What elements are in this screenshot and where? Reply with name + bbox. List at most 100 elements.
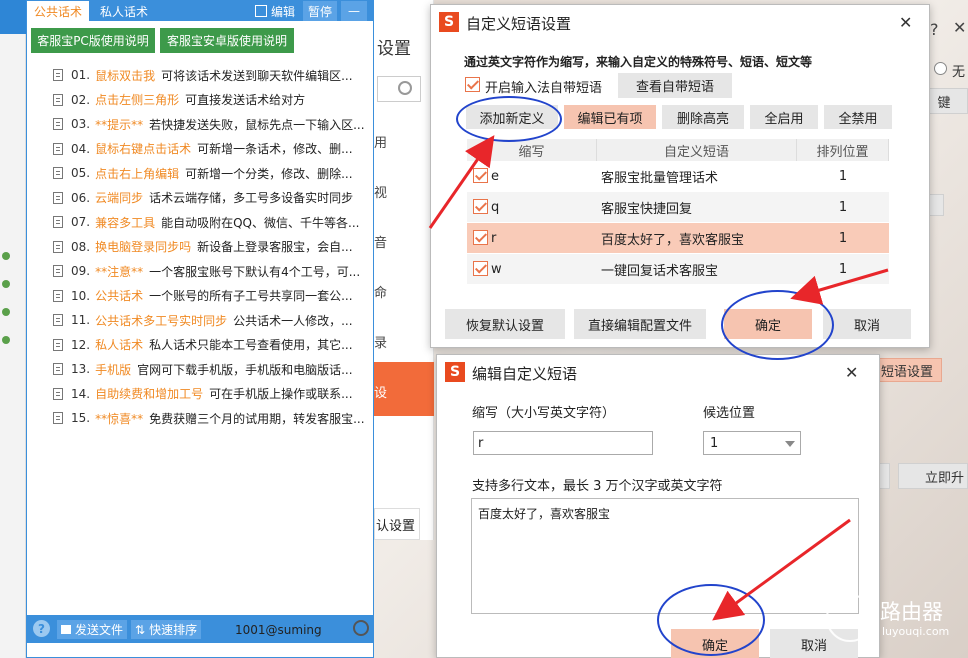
close-icon[interactable]: ✕ (953, 18, 966, 37)
phrase-item[interactable]: 09. **注意** 一个客服宝账号下默认有4个工号，可... (53, 259, 375, 284)
phrase-item[interactable]: 06. 云端同步 话术云端存储，多工号多设备实时同步 (53, 186, 375, 211)
minimize-button[interactable]: — (341, 1, 367, 21)
gear-icon[interactable] (353, 620, 369, 636)
phrase-table-header: 缩写 自定义短语 排列位置 (467, 139, 889, 161)
phrase-item[interactable]: 12. 私人话术 私人话术只能本工号查看使用，其它... (53, 333, 375, 358)
contact-avatar-icon[interactable] (2, 252, 10, 260)
phrase-title: 换电脑登录同步吗 (95, 240, 192, 255)
background-radio[interactable] (934, 62, 947, 75)
contact-avatar-icon[interactable] (2, 280, 10, 288)
background-phrase-settings-button[interactable]: 短语设置 (872, 358, 942, 382)
phrase-number: 01. (71, 68, 91, 83)
phrase-item[interactable]: 03. **提示** 若快捷发送失败，鼠标先点一下输入区... (53, 112, 375, 137)
dialog-heading: 通过英文字符作为缩写，来输入自定义的特殊符号、短语、短文等 (464, 55, 813, 69)
help-icon[interactable]: ? (33, 620, 50, 637)
phrase-number: 09. (71, 264, 91, 279)
abbr-input[interactable]: r (473, 431, 653, 455)
quick-sort-label: 快速排序 (149, 623, 198, 637)
annotation-circle (721, 290, 834, 360)
phrase-desc: 私人话术只能本工号查看使用，其它... (149, 338, 353, 353)
left-app-header (0, 0, 26, 34)
document-icon (53, 363, 63, 376)
row-position: 1 (838, 230, 848, 246)
phrase-item[interactable]: 15. **惊喜** 免费获赠三个月的试用期，转发客服宝... (53, 406, 375, 431)
phrase-item[interactable]: 07. 兼容多工具 能自动吸附在QQ、微信、千牛等各... (53, 210, 375, 235)
document-icon (53, 216, 63, 229)
phrase-desc: 可在手机版上操作或联系... (209, 387, 353, 402)
phrase-title: 手机版 (95, 362, 132, 377)
android-guide-button[interactable]: 客服宝安卓版使用说明 (160, 28, 294, 53)
background-nav-item[interactable]: 音 (374, 232, 387, 251)
edit-config-file-button[interactable]: 直接编辑配置文件 (574, 309, 706, 339)
pc-guide-button[interactable]: 客服宝PC版使用说明 (31, 28, 155, 53)
edit-button[interactable]: 编辑 (249, 1, 301, 21)
phrase-item[interactable]: 05. 点击右上角编辑 可新增一个分类，修改、删除... (53, 161, 375, 186)
tab-public-phrases[interactable]: 公共话术 (27, 1, 89, 21)
close-icon[interactable]: ✕ (899, 13, 912, 32)
document-icon (53, 314, 63, 327)
column-header[interactable]: 缩写 (467, 139, 597, 161)
phrase-title: 点击右上角编辑 (95, 166, 180, 181)
row-checkbox[interactable] (473, 261, 488, 276)
folder-icon (61, 625, 71, 634)
edit-label: 编辑 (270, 4, 295, 19)
background-reset-button[interactable]: 认设置 (374, 508, 420, 540)
contact-avatar-icon[interactable] (2, 336, 10, 344)
row-position: 1 (838, 199, 848, 215)
contact-avatar-icon[interactable] (2, 308, 10, 316)
row-checkbox[interactable] (473, 199, 488, 214)
pause-button[interactable]: 暂停 (303, 1, 337, 21)
tab-private-phrases[interactable]: 私人话术 (93, 1, 155, 21)
phrase-item[interactable]: 10. 公共话术 一个账号的所有子工号共享同一套公... (53, 284, 375, 309)
phrase-item[interactable]: 14. 自助续费和增加工号 可在手机版上操作或联系... (53, 382, 375, 407)
view-builtin-button[interactable]: 查看自带短语 (618, 73, 732, 98)
document-icon (53, 240, 63, 253)
phrase-number: 02. (71, 92, 91, 107)
background-nav-item[interactable]: 录 (374, 332, 387, 351)
enable-builtin-checkbox[interactable] (465, 77, 480, 92)
phrase-item[interactable]: 04. 鼠标右键点击话术 可新增一条话术，修改、删... (53, 137, 375, 162)
background-nav-item[interactable]: 设 (374, 382, 387, 401)
disable-all-button[interactable]: 全禁用 (824, 105, 892, 129)
background-nav-item[interactable]: 命 (374, 282, 387, 301)
quick-sort-button[interactable]: ⇅ 快速排序 (131, 620, 201, 639)
phrase-item[interactable]: 13. 手机版 官网可下载手机版，手机版和电脑版话... (53, 357, 375, 382)
phrase-desc: 一个客服宝账号下默认有4个工号，可... (149, 264, 361, 279)
table-row[interactable]: e 客服宝批量管理话术 1 (467, 161, 889, 191)
phrase-item[interactable]: 01. 鼠标双击我 可将该话术发送到聊天软件编辑区... (53, 63, 375, 88)
phrase-number: 04. (71, 141, 91, 156)
column-header[interactable]: 排列位置 (797, 139, 889, 161)
background-nav-item[interactable]: 用 (374, 132, 387, 151)
phrase-item[interactable]: 08. 换电脑登录同步吗 新设备上登录客服宝，会自... (53, 235, 375, 260)
table-row[interactable]: w 一键回复话术客服宝 1 (467, 254, 889, 284)
background-upgrade-button[interactable]: 立即升 (898, 463, 968, 489)
sogou-logo-icon: S (445, 362, 465, 382)
table-row[interactable]: q 客服宝快捷回复 1 (467, 192, 889, 222)
send-file-button[interactable]: 发送文件 (57, 620, 127, 639)
row-abbr: e (491, 168, 499, 184)
phrase-content-textarea[interactable]: 百度太好了，喜欢客服宝 (471, 498, 859, 614)
background-radio-label: 无 (952, 65, 966, 80)
help-icon[interactable]: ? (930, 20, 939, 39)
table-row-highlighted[interactable]: r 百度太好了，喜欢客服宝 1 (467, 223, 889, 253)
row-checkbox[interactable] (473, 168, 488, 183)
phrase-item[interactable]: 11. 公共话术多工号实时同步 公共话术一人修改，... (53, 308, 375, 333)
phrases-panel: 公共话术 私人话术 编辑 暂停 — 客服宝PC版使用说明 客服宝安卓版使用说明 … (26, 0, 374, 658)
delete-highlight-button[interactable]: 删除高亮 (662, 105, 744, 129)
phrase-number: 15. (71, 411, 91, 426)
enable-all-button[interactable]: 全启用 (750, 105, 818, 129)
row-checkbox[interactable] (473, 230, 488, 245)
row-phrase: 客服宝批量管理话术 (601, 170, 719, 186)
position-label: 候选位置 (703, 406, 756, 421)
restore-default-button[interactable]: 恢复默认设置 (445, 309, 565, 339)
background-nav-item[interactable]: 视 (374, 182, 387, 201)
cancel-button[interactable]: 取消 (823, 309, 911, 339)
chevron-down-icon[interactable] (785, 441, 795, 447)
row-position: 1 (838, 168, 848, 184)
phrase-desc: 可新增一个分类，修改、删除... (185, 166, 353, 181)
edit-item-button[interactable]: 编辑已有项 (564, 105, 656, 129)
document-icon (53, 387, 63, 400)
phrase-item[interactable]: 02. 点击左侧三角形 可直接发送话术给对方 (53, 88, 375, 113)
column-header[interactable]: 自定义短语 (597, 139, 797, 161)
close-icon[interactable]: ✕ (845, 363, 858, 382)
